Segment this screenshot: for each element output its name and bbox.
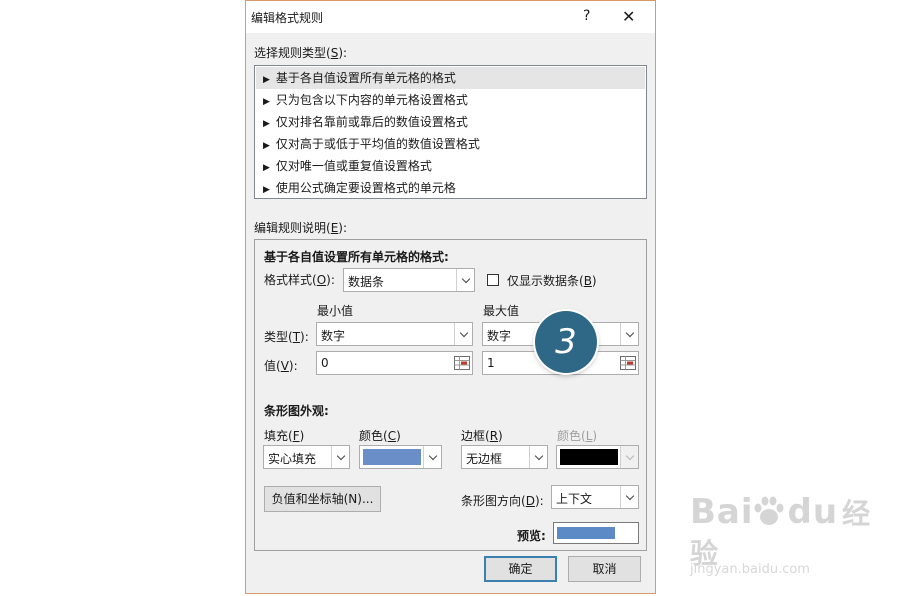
- rule-type-item[interactable]: ▶ 仅对排名靠前或靠后的数值设置格式: [256, 111, 645, 133]
- border-type-combo[interactable]: 无边框: [461, 445, 548, 469]
- edit-format-rule-dialog: 编辑格式规则 ? ✕ 选择规则类型(S): ▶ 基于各自值设置所有单元格的格式 ▶…: [245, 0, 656, 594]
- rule-type-item[interactable]: ▶ 基于各自值设置所有单元格的格式: [256, 67, 645, 89]
- step-number-badge: 3: [535, 311, 597, 373]
- chevron-down-icon: [454, 323, 472, 345]
- chevron-down-icon: [620, 486, 638, 508]
- border-color-picker: [556, 445, 639, 469]
- bar-only-label: 仅显示数据条(B): [507, 274, 597, 288]
- watermark-text-a: Bai: [690, 492, 754, 532]
- title-bar: 编辑格式规则 ? ✕: [246, 1, 655, 33]
- format-style-combo[interactable]: 数据条: [343, 268, 475, 292]
- bar-direction-label: 条形图方向(D):: [461, 494, 544, 508]
- triangle-right-icon: ▶: [263, 141, 270, 151]
- rule-type-item[interactable]: ▶ 仅对高于或低于平均值的数值设置格式: [256, 133, 645, 155]
- fill-color-swatch: [363, 449, 421, 465]
- chevron-down-icon: [331, 446, 349, 468]
- preview-box: [553, 522, 639, 544]
- triangle-right-icon: ▶: [263, 119, 270, 129]
- preview-label: 预览:: [517, 529, 546, 543]
- fill-color-label: 颜色(C): [359, 429, 401, 443]
- fill-color-picker[interactable]: [359, 445, 442, 469]
- dialog-title: 编辑格式规则: [251, 11, 324, 25]
- chevron-down-icon: [423, 446, 441, 468]
- rule-description-label: 编辑规则说明(E):: [254, 221, 348, 235]
- ok-button[interactable]: 确定: [484, 556, 557, 582]
- format-style-label: 格式样式(O):: [264, 273, 335, 287]
- paw-icon: [754, 496, 784, 525]
- value-label: 值(V):: [264, 359, 298, 373]
- close-icon[interactable]: ✕: [622, 7, 635, 26]
- bar-only-checkbox[interactable]: [487, 274, 499, 286]
- rule-type-list[interactable]: ▶ 基于各自值设置所有单元格的格式 ▶ 只为包含以下内容的单元格设置格式 ▶ 仅对排名…: [254, 65, 647, 199]
- rule-type-item[interactable]: ▶ 仅对唯一值或重复值设置格式: [256, 155, 645, 177]
- baidu-watermark: Bai du 经验 jingyan.baidu.com: [690, 492, 900, 577]
- type-label: 类型(T):: [264, 330, 309, 344]
- negative-value-axis-button[interactable]: 负值和坐标轴(N)...: [264, 486, 381, 512]
- cell-reference-icon[interactable]: [619, 354, 637, 372]
- cancel-button[interactable]: 取消: [568, 556, 641, 582]
- rule-type-label: 选择规则类型(S):: [254, 46, 348, 60]
- border-color-swatch: [560, 449, 618, 465]
- cell-reference-icon[interactable]: [453, 354, 471, 372]
- chevron-down-icon: [620, 446, 638, 468]
- preview-bar: [557, 527, 615, 539]
- rule-description-panel: 基于各自值设置所有单元格的格式: 格式样式(O): 数据条 仅显示数据条(B) …: [254, 239, 647, 551]
- watermark-url: jingyan.baidu.com: [690, 562, 810, 577]
- triangle-right-icon: ▶: [263, 163, 270, 173]
- triangle-right-icon: ▶: [263, 185, 270, 195]
- min-type-combo[interactable]: 数字: [316, 322, 473, 346]
- watermark-text-b: du: [787, 492, 839, 532]
- chevron-down-icon: [620, 323, 638, 345]
- border-color-label: 颜色(L): [557, 429, 598, 443]
- triangle-right-icon: ▶: [263, 97, 270, 107]
- min-header: 最小值: [317, 304, 354, 318]
- bar-direction-combo[interactable]: 上下文: [551, 485, 639, 509]
- fill-label: 填充(F): [264, 429, 305, 443]
- bar-appearance-heading: 条形图外观:: [264, 404, 329, 418]
- max-header: 最大值: [483, 304, 520, 318]
- min-value-input[interactable]: 0: [316, 351, 473, 375]
- description-heading: 基于各自值设置所有单元格的格式:: [264, 250, 449, 264]
- chevron-down-icon: [529, 446, 547, 468]
- triangle-right-icon: ▶: [263, 75, 270, 85]
- chevron-down-icon: [456, 269, 474, 291]
- fill-type-combo[interactable]: 实心填充: [263, 445, 350, 469]
- rule-type-item[interactable]: ▶ 只为包含以下内容的单元格设置格式: [256, 89, 645, 111]
- rule-type-item[interactable]: ▶ 使用公式确定要设置格式的单元格: [256, 177, 645, 199]
- help-icon[interactable]: ?: [583, 8, 590, 24]
- border-label: 边框(R): [461, 429, 503, 443]
